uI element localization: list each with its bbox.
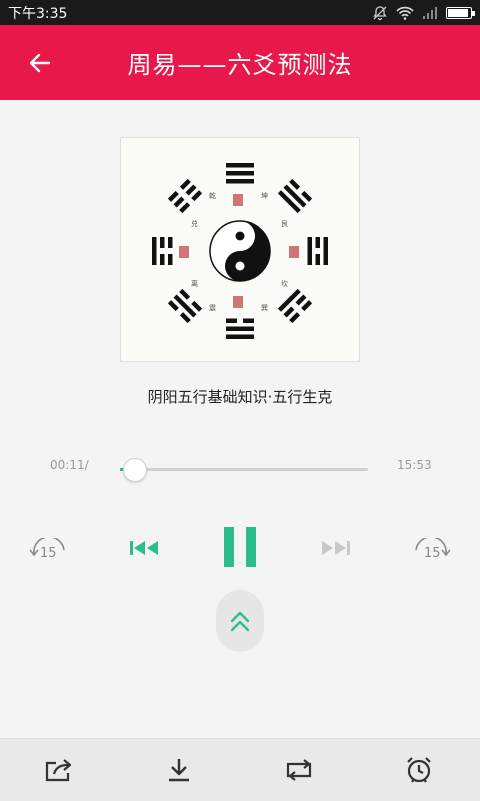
battery-icon bbox=[446, 6, 475, 19]
progress-track[interactable] bbox=[120, 468, 368, 471]
status-bar: 下午3:35 bbox=[0, 0, 480, 25]
download-button[interactable] bbox=[162, 753, 196, 787]
download-icon bbox=[169, 759, 189, 782]
album-cover: 乾 坤 兑 艮 离 坎 震 巽 bbox=[120, 137, 360, 362]
svg-text:坎: 坎 bbox=[281, 279, 288, 288]
status-icons bbox=[372, 5, 475, 21]
previous-button[interactable] bbox=[126, 536, 162, 560]
app-bar: 周易——六爻预测法 bbox=[0, 25, 480, 100]
svg-text:离: 离 bbox=[191, 279, 198, 288]
svg-text:兑: 兑 bbox=[191, 219, 198, 228]
repeat-icon bbox=[286, 759, 312, 781]
svg-text:乾: 乾 bbox=[209, 191, 216, 200]
pause-icon bbox=[224, 527, 256, 567]
total-time: 15:53 bbox=[397, 458, 432, 472]
svg-text:巽: 巽 bbox=[261, 304, 268, 312]
page-title: 周易——六爻预测法 bbox=[127, 51, 353, 79]
expand-button[interactable] bbox=[216, 590, 264, 652]
status-time: 下午3:35 bbox=[8, 5, 68, 22]
double-chevron-up-icon bbox=[230, 611, 250, 632]
svg-text:艮: 艮 bbox=[281, 220, 288, 228]
alarm-button[interactable] bbox=[402, 753, 436, 787]
share-icon bbox=[45, 759, 72, 782]
current-time: 00:11/ bbox=[50, 458, 89, 472]
repeat-button[interactable] bbox=[282, 753, 316, 787]
mute-icon bbox=[372, 5, 388, 21]
skip-next-icon bbox=[322, 541, 350, 555]
track-title: 阴阳五行基础知识·五行生克 bbox=[147, 388, 333, 406]
progress-thumb[interactable] bbox=[122, 458, 147, 482]
rewind-15-button[interactable]: 15 bbox=[26, 532, 70, 566]
svg-text:震: 震 bbox=[209, 304, 216, 312]
skip-previous-icon bbox=[130, 541, 158, 555]
pause-button[interactable] bbox=[218, 524, 262, 570]
signal-icon bbox=[422, 6, 438, 20]
wifi-icon bbox=[396, 6, 414, 20]
bagua-yinyang-image: 乾 坤 兑 艮 离 坎 震 巽 bbox=[152, 163, 328, 339]
svg-text:坤: 坤 bbox=[261, 191, 268, 200]
next-button[interactable] bbox=[318, 536, 354, 560]
bottom-toolbar bbox=[0, 738, 480, 801]
share-button[interactable] bbox=[42, 753, 76, 787]
alarm-icon bbox=[407, 757, 431, 783]
forward-15-button[interactable]: 15 bbox=[410, 532, 454, 566]
forward-label: 15 bbox=[424, 546, 441, 561]
rewind-label: 15 bbox=[40, 546, 57, 561]
